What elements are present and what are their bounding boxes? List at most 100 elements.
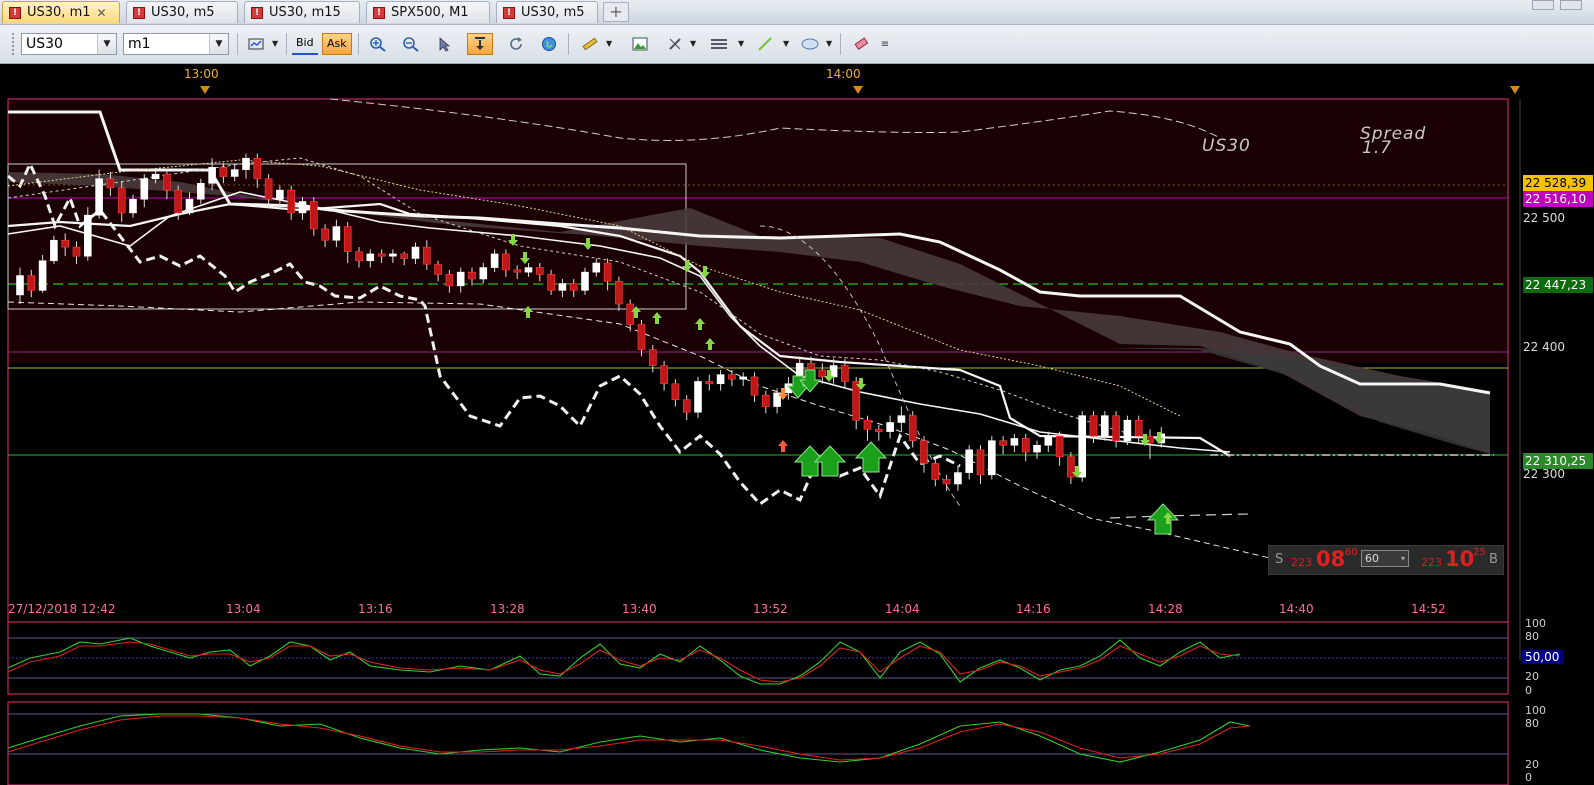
bear-candle bbox=[637, 324, 646, 350]
bear-candle bbox=[106, 178, 115, 189]
buy-label[interactable]: B bbox=[1489, 552, 1498, 567]
bull-candle bbox=[276, 189, 284, 200]
tab-us30-m5[interactable]: ! US30, m5 bbox=[126, 1, 238, 23]
bear-candle bbox=[287, 189, 296, 214]
bull-candle bbox=[581, 271, 589, 291]
quantity-stepper[interactable]: 60 ▾ bbox=[1361, 550, 1409, 567]
eraser-icon[interactable] bbox=[848, 33, 874, 55]
chevron-down-icon[interactable]: ▼ bbox=[826, 39, 832, 48]
globe-icon[interactable] bbox=[536, 33, 562, 55]
bear-candle bbox=[818, 369, 827, 378]
bear-candle bbox=[434, 263, 442, 275]
x-axis-label: 13:52 bbox=[753, 602, 788, 616]
tab-us30-m5-second[interactable]: ! US30, m5 bbox=[496, 1, 598, 23]
autoscroll-icon[interactable] bbox=[467, 33, 493, 55]
time-marker-icon bbox=[1510, 86, 1520, 94]
cursor-icon[interactable] bbox=[432, 33, 458, 55]
tab-spx500-m1[interactable]: ! SPX500, M1 bbox=[366, 1, 490, 23]
chevron-down-icon[interactable]: ▼ bbox=[690, 39, 696, 48]
chart-symbol-label: US30 bbox=[1202, 136, 1251, 156]
bid-button[interactable]: Bid bbox=[292, 33, 318, 55]
zoom-out-icon[interactable] bbox=[398, 33, 424, 55]
lines-icon[interactable] bbox=[706, 33, 732, 55]
x-axis-label: 14:04 bbox=[885, 602, 920, 616]
spread-value: 1.7 bbox=[1362, 138, 1393, 158]
chevron-down-icon[interactable]: ▾ bbox=[1401, 551, 1405, 566]
symbol-select[interactable]: US30 ▼ bbox=[21, 33, 117, 55]
osc2-label: 80 bbox=[1525, 717, 1539, 730]
ask-button[interactable]: Ask bbox=[322, 33, 352, 55]
bull-candle bbox=[1078, 415, 1086, 478]
ellipse-icon[interactable] bbox=[797, 33, 823, 55]
overflow-icon[interactable]: ≡ bbox=[878, 33, 892, 55]
alert-icon: ! bbox=[373, 6, 385, 19]
bull-candle bbox=[1033, 444, 1041, 453]
bear-candle bbox=[174, 189, 182, 214]
bear-candle bbox=[615, 280, 623, 305]
add-tab-button[interactable]: + bbox=[603, 2, 629, 22]
chart-type-icon[interactable] bbox=[243, 33, 269, 55]
sell-price-small[interactable]: 223 bbox=[1291, 556, 1312, 569]
toolbar-divider bbox=[286, 33, 287, 55]
price-chart[interactable] bbox=[0, 86, 1594, 785]
bear-candle bbox=[1134, 419, 1143, 437]
tools-icon[interactable] bbox=[662, 33, 688, 55]
bear-candle bbox=[27, 275, 36, 291]
bear-candle bbox=[321, 228, 329, 241]
bear-candle bbox=[343, 226, 352, 252]
close-icon[interactable]: ✕ bbox=[97, 6, 107, 20]
bear-candle bbox=[264, 178, 273, 200]
refresh-icon[interactable] bbox=[503, 33, 529, 55]
tab-label: SPX500, M1 bbox=[391, 5, 469, 20]
bear-candle bbox=[422, 246, 431, 265]
zoom-in-icon[interactable] bbox=[365, 33, 391, 55]
tab-label: US30, m1 bbox=[27, 5, 91, 20]
sell-label[interactable]: S bbox=[1275, 552, 1283, 567]
bear-candle bbox=[920, 440, 928, 464]
timeframe-select[interactable]: m1 ▼ bbox=[123, 33, 229, 55]
tab-us30-m1[interactable]: ! US30, m1 ✕ bbox=[2, 1, 120, 23]
osc1-label: 0 bbox=[1525, 684, 1532, 697]
chevron-down-icon[interactable]: ▼ bbox=[606, 39, 612, 48]
bull-candle bbox=[1010, 438, 1019, 446]
x-axis-label: 13:28 bbox=[490, 602, 525, 616]
bear-candle bbox=[603, 262, 612, 282]
bear-candle bbox=[1021, 438, 1030, 453]
trendline-icon[interactable] bbox=[752, 33, 778, 55]
bear-candle bbox=[72, 246, 81, 257]
x-axis-label: 13:40 bbox=[622, 602, 657, 616]
timeframe-value: m1 bbox=[128, 36, 151, 52]
bear-candle bbox=[863, 419, 872, 430]
bear-candle bbox=[908, 415, 917, 442]
toolbar-divider bbox=[840, 33, 841, 55]
sell-price-big[interactable]: 08 bbox=[1316, 547, 1345, 571]
buy-price-big[interactable]: 10 bbox=[1445, 547, 1474, 571]
restore-icon[interactable] bbox=[1532, 0, 1554, 10]
image-icon[interactable] bbox=[627, 33, 653, 55]
ruler-icon[interactable] bbox=[577, 33, 603, 55]
x-axis-label: 13:04 bbox=[226, 602, 261, 616]
osc2-label: 100 bbox=[1525, 704, 1546, 717]
osc1-current-value: 50,00 bbox=[1521, 650, 1564, 664]
chevron-down-icon[interactable]: ▼ bbox=[783, 39, 789, 48]
chevron-down-icon[interactable]: ▼ bbox=[272, 39, 278, 48]
chevron-down-icon[interactable]: ▼ bbox=[738, 39, 744, 48]
bear-candle bbox=[117, 187, 126, 214]
bull-candle bbox=[456, 271, 465, 287]
bear-candle bbox=[400, 253, 409, 259]
bull-candle bbox=[151, 173, 160, 180]
time-marker-label: 13:00 bbox=[184, 67, 219, 81]
close-window-icon[interactable] bbox=[1560, 0, 1582, 10]
bear-candle bbox=[513, 269, 522, 273]
bull-candle bbox=[208, 167, 216, 184]
bear-candle bbox=[648, 349, 657, 366]
time-scale-top bbox=[0, 64, 1594, 86]
y-axis-label: 22 400 bbox=[1523, 340, 1565, 354]
quantity-value: 60 bbox=[1365, 552, 1379, 565]
buy-price-small[interactable]: 223 bbox=[1421, 556, 1442, 569]
toolbar-divider bbox=[358, 33, 359, 55]
tab-us30-m15[interactable]: ! US30, m15 bbox=[244, 1, 360, 23]
tab-label: US30, m5 bbox=[521, 5, 585, 20]
bull-candle bbox=[1101, 415, 1109, 437]
bear-candle bbox=[999, 440, 1007, 446]
